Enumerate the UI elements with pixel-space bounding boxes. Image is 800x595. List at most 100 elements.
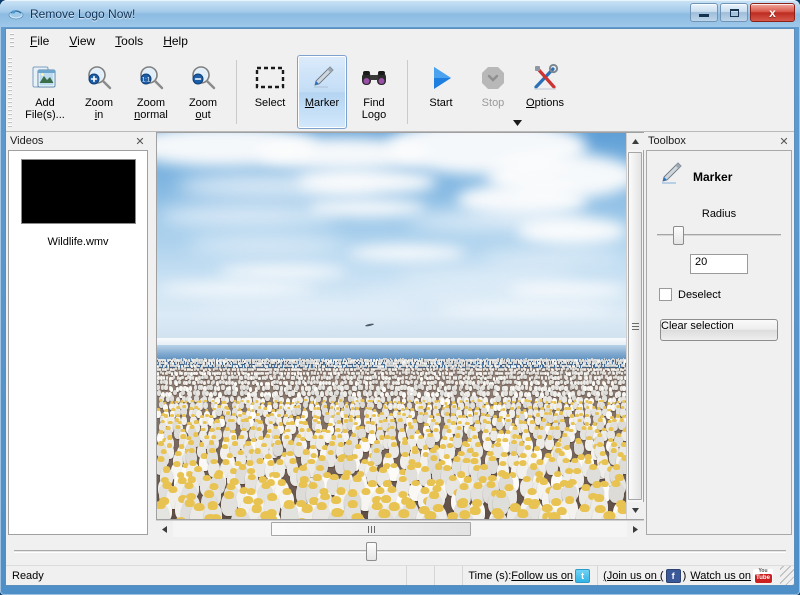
join-us-link[interactable]: (Join us on ( <box>603 570 664 582</box>
preview-horizontal-scrollbar[interactable] <box>156 520 644 537</box>
preview-vertical-scrollbar[interactable] <box>626 133 643 519</box>
videos-panel: Videos ✕ Wildlife.wmv <box>6 132 151 537</box>
tools-wrench-screwdriver-icon <box>530 61 560 95</box>
zoom-normal-icon: 1:1 <box>136 61 166 95</box>
facebook-icon[interactable]: f <box>666 569 681 583</box>
scroll-down-arrow[interactable] <box>627 502 644 519</box>
toolbox-panel-title: Toolbox <box>648 135 686 147</box>
videos-panel-header: Videos ✕ <box>6 132 150 150</box>
find-logo-button[interactable]: FindLogo <box>349 55 399 129</box>
window-title: Remove Logo Now! <box>30 7 135 21</box>
follow-us-link[interactable]: Follow us on <box>511 570 573 582</box>
toolbar-grip[interactable] <box>8 57 12 127</box>
close-button[interactable]: x <box>750 3 795 22</box>
menu-item-help[interactable]: Help <box>153 31 198 51</box>
scroll-left-arrow[interactable] <box>156 521 173 538</box>
menu-item-file[interactable]: File <box>20 31 59 51</box>
scroll-up-arrow[interactable] <box>627 133 644 150</box>
video-preview-canvas[interactable] <box>157 133 626 519</box>
toolbar-separator-1 <box>236 60 237 124</box>
window-controls: x <box>690 3 795 22</box>
timeline-thumb[interactable] <box>366 542 377 561</box>
add-files-icon <box>30 61 60 95</box>
start-button[interactable]: Start <box>416 55 466 129</box>
add-files-button[interactable]: AddFile(s)... <box>18 55 72 129</box>
menu-item-tools[interactable]: Tools <box>105 31 153 51</box>
status-social-pane: (Join us on ( f ) Watch us on You Tube <box>597 566 780 585</box>
play-triangle-icon <box>426 61 456 95</box>
deselect-checkbox[interactable] <box>659 288 672 301</box>
stop-button[interactable]: Stop <box>468 55 518 129</box>
app-logo-icon <box>8 6 24 22</box>
toolbar-overflow-chevron-down-icon[interactable] <box>512 118 522 128</box>
binoculars-icon <box>359 61 389 95</box>
vertical-scroll-track[interactable] <box>627 150 643 502</box>
toolbox-panel: Toolbox ✕ Marker R <box>644 132 794 537</box>
horizontal-scroll-track[interactable] <box>173 521 627 537</box>
active-tool-name: Marker <box>693 170 732 184</box>
timeline-track[interactable] <box>14 550 786 553</box>
zoom-in-button[interactable]: Zoomin <box>74 55 124 129</box>
svg-text:1:1: 1:1 <box>142 77 151 83</box>
menu-grip[interactable] <box>10 33 14 49</box>
radius-label: Radius <box>655 208 783 220</box>
preview-column <box>156 132 644 537</box>
find-logo-label: FindLogo <box>362 97 386 121</box>
zoom-out-button[interactable]: Zoomout <box>178 55 228 129</box>
videos-list[interactable]: Wildlife.wmv <box>8 150 148 535</box>
active-tool-row: Marker <box>655 159 783 194</box>
menu-item-view[interactable]: View <box>59 31 105 51</box>
options-label: Options <box>526 97 564 109</box>
toolbar-separator-2 <box>407 60 408 124</box>
status-spacer-1 <box>406 566 434 585</box>
youtube-icon[interactable]: You Tube <box>753 569 773 583</box>
title-bar: Remove Logo Now! x <box>0 0 800 27</box>
vertical-scroll-thumb[interactable] <box>628 152 642 500</box>
close-icon: x <box>769 7 776 19</box>
zoom-out-icon <box>188 61 218 95</box>
videos-panel-close-icon[interactable]: ✕ <box>133 134 147 148</box>
zoom-in-icon <box>84 61 114 95</box>
zoom-out-label: Zoomout <box>189 97 217 121</box>
deselect-checkbox-row[interactable]: Deselect <box>659 288 783 301</box>
status-spacer-2 <box>434 566 462 585</box>
status-message: Ready <box>6 566 406 585</box>
radius-value-input[interactable]: 20 <box>690 254 748 274</box>
scroll-right-arrow[interactable] <box>627 521 644 538</box>
client-area: File View Tools Help AddFile(s)... <box>5 28 795 586</box>
maximize-button[interactable] <box>720 3 748 22</box>
work-area: Videos ✕ Wildlife.wmv <box>6 132 794 537</box>
marker-button[interactable]: Marker <box>297 55 347 129</box>
minimize-button[interactable] <box>690 3 718 22</box>
marker-label: Marker <box>305 97 339 109</box>
status-time-pane: Time (s): Follow us on t <box>462 566 597 585</box>
select-button[interactable]: Select <box>245 55 295 129</box>
marker-pen-icon <box>655 159 685 194</box>
menu-bar: File View Tools Help <box>6 29 794 53</box>
options-button[interactable]: Options <box>520 55 570 129</box>
zoom-normal-label: Zoomnormal <box>134 97 168 121</box>
clear-selection-button[interactable]: Clear selection <box>660 319 778 341</box>
toolbox-panel-close-icon[interactable]: ✕ <box>777 134 791 148</box>
horizontal-scroll-thumb[interactable] <box>271 522 471 536</box>
add-files-label: AddFile(s)... <box>25 97 65 121</box>
resize-grip[interactable] <box>780 566 794 585</box>
playback-timeline[interactable] <box>6 537 794 565</box>
select-label: Select <box>255 97 286 109</box>
toolbox-content: Marker Radius 20 Deselect Clear selectio… <box>646 150 792 535</box>
youtube-bottom-text: Tube <box>755 574 772 583</box>
time-label: Time (s): <box>468 570 511 582</box>
application-window: Remove Logo Now! x File View Tools Help <box>0 0 800 595</box>
list-item[interactable]: Wildlife.wmv <box>9 151 147 248</box>
radius-slider-thumb[interactable] <box>673 226 684 245</box>
deselect-label: Deselect <box>678 289 721 301</box>
video-frame-image <box>157 133 626 519</box>
select-rectangle-icon <box>255 61 285 95</box>
video-file-name: Wildlife.wmv <box>47 236 108 248</box>
start-label: Start <box>429 97 452 109</box>
twitter-icon[interactable]: t <box>575 569 590 583</box>
radius-slider[interactable] <box>657 224 781 246</box>
preview-frame <box>156 132 644 520</box>
zoom-normal-button[interactable]: 1:1 Zoomnormal <box>126 55 176 129</box>
watch-us-link[interactable]: Watch us on <box>690 570 751 582</box>
